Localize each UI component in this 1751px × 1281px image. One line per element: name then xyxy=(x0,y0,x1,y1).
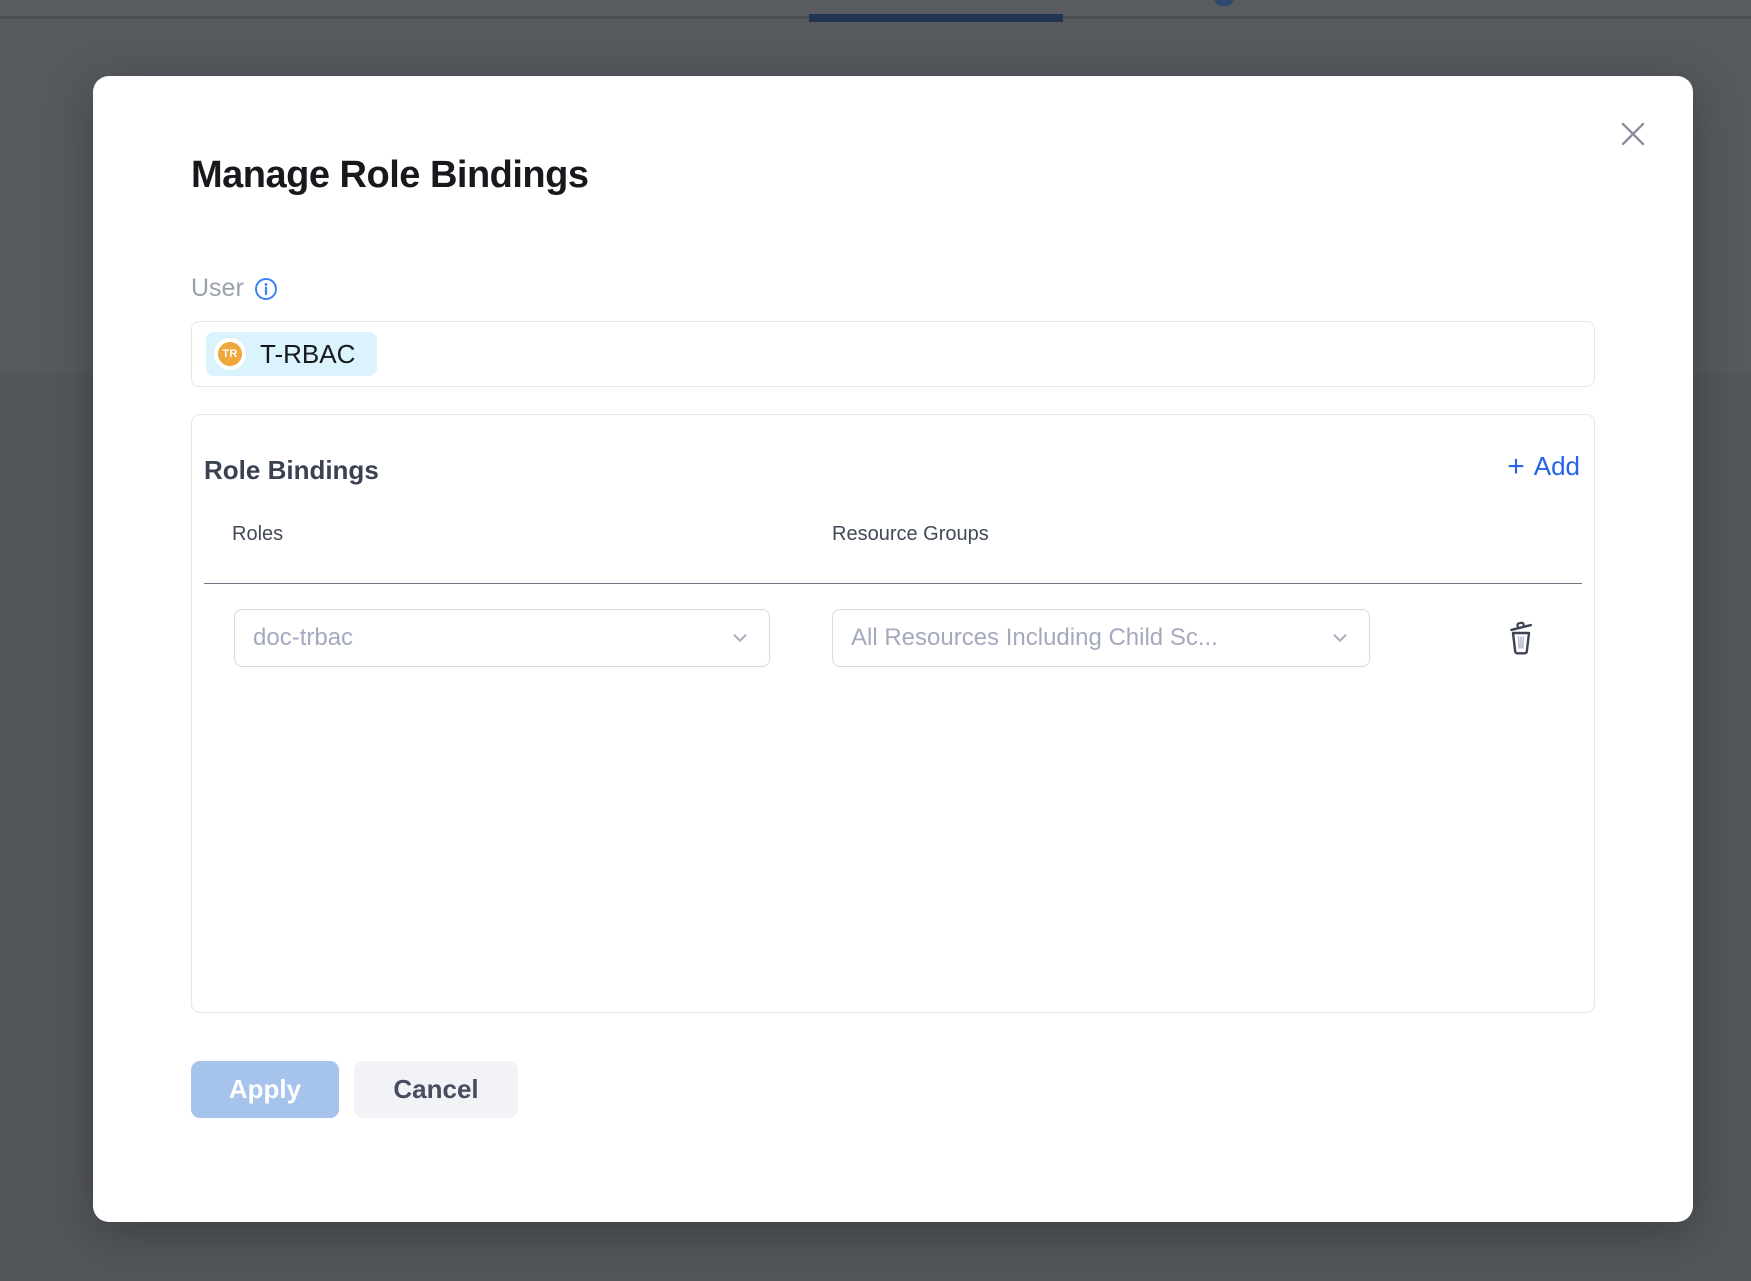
resource-group-select[interactable]: All Resources Including Child Sc... xyxy=(832,609,1370,667)
apply-button[interactable]: Apply xyxy=(191,1061,339,1118)
user-chip: TR T-RBAC xyxy=(206,332,377,376)
close-icon xyxy=(1615,116,1651,152)
role-select-value: doc-trbac xyxy=(253,624,353,652)
role-bindings-panel: Role Bindings + Add Roles Resource Group… xyxy=(191,414,1595,1013)
trash-icon xyxy=(1501,618,1541,658)
chevron-down-icon xyxy=(729,627,751,649)
info-circle-icon[interactable] xyxy=(254,277,278,301)
role-bindings-heading: Role Bindings xyxy=(204,455,379,486)
cancel-button[interactable]: Cancel xyxy=(354,1061,518,1118)
user-avatar: TR xyxy=(214,338,246,370)
dialog-title: Manage Role Bindings xyxy=(191,152,588,198)
chevron-down-icon xyxy=(1329,627,1351,649)
manage-role-bindings-dialog: Manage Role Bindings User TR T-RBAC Role… xyxy=(93,76,1693,1222)
column-header-roles: Roles xyxy=(232,523,283,546)
add-button-label: Add xyxy=(1534,451,1580,482)
table-header-divider xyxy=(204,583,1582,584)
user-field[interactable]: TR T-RBAC xyxy=(191,321,1595,387)
role-select[interactable]: doc-trbac xyxy=(234,609,770,667)
resource-group-select-value: All Resources Including Child Sc... xyxy=(851,624,1218,652)
add-role-binding-button[interactable]: + Add xyxy=(1507,451,1580,482)
user-label: User xyxy=(191,274,244,303)
column-header-resource-groups: Resource Groups xyxy=(832,523,989,546)
user-name: T-RBAC xyxy=(260,339,355,370)
user-label-row: User xyxy=(191,274,278,303)
plus-icon: + xyxy=(1507,454,1525,480)
delete-binding-button[interactable] xyxy=(1500,617,1542,659)
close-button[interactable] xyxy=(1613,114,1653,154)
active-tab-indicator xyxy=(809,14,1063,22)
